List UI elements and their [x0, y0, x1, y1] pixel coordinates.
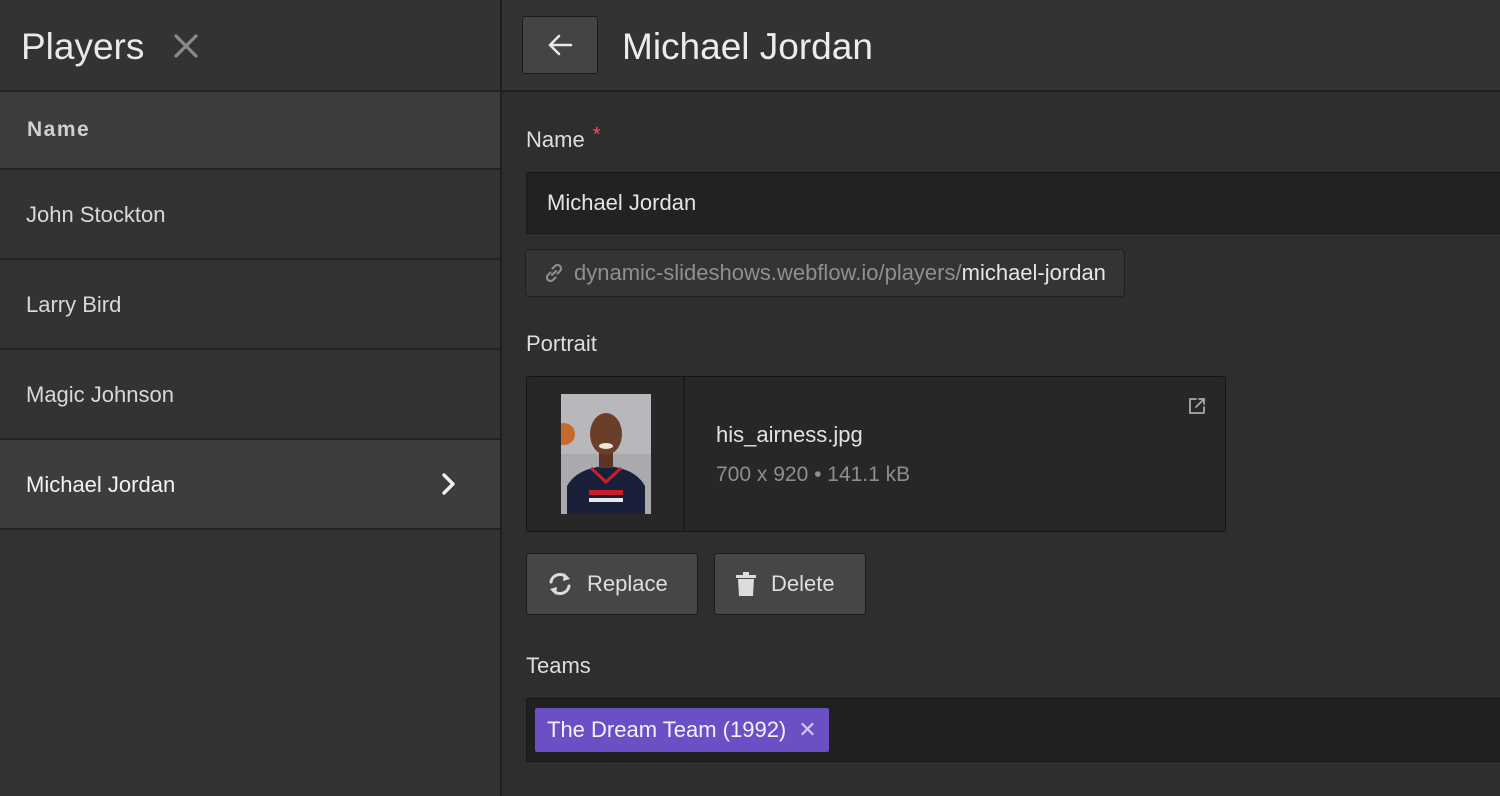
list-item-label: Magic Johnson — [26, 382, 174, 407]
list-item[interactable]: Larry Bird — [0, 260, 500, 350]
thumbnail-cell — [527, 377, 685, 531]
name-field-label: Name * — [526, 124, 601, 153]
list-item-label: Michael Jordan — [26, 472, 176, 497]
panel-title: Players — [21, 26, 145, 67]
column-header-name[interactable]: Name — [0, 92, 500, 170]
team-tag-label: The Dream Team (1992) — [547, 717, 787, 742]
list-item-label: Larry Bird — [26, 292, 122, 317]
chevron-right-icon — [442, 473, 455, 495]
player-detail-panel: Michael Jordan Name * dynamic-slideshows.… — [502, 0, 1500, 796]
refresh-icon — [547, 571, 573, 597]
column-header-label: Name — [27, 118, 91, 141]
portrait-label: Portrait — [526, 331, 597, 356]
replace-button[interactable]: Replace — [526, 553, 698, 615]
external-link-icon[interactable] — [1187, 396, 1207, 416]
file-name: his_airness.jpg — [716, 422, 863, 447]
team-tag: The Dream Team (1992) ✕ — [535, 708, 829, 752]
list-item[interactable]: Magic Johnson — [0, 350, 500, 440]
trash-icon — [735, 571, 757, 597]
delete-label: Delete — [771, 571, 835, 596]
teams-label: Teams — [526, 653, 591, 678]
arrow-left-icon — [548, 34, 573, 56]
replace-label: Replace — [587, 571, 668, 596]
url-base: dynamic-slideshows.webflow.io/players/ — [574, 260, 962, 285]
url-slug: michael-jordan — [961, 260, 1106, 285]
detail-header: Michael Jordan — [502, 0, 1500, 92]
close-icon[interactable] — [172, 27, 200, 63]
name-input[interactable] — [526, 172, 1500, 234]
required-marker: * — [592, 124, 601, 146]
delete-button[interactable]: Delete — [714, 553, 866, 615]
file-meta: 700 x 920 • 141.1 kB — [716, 463, 911, 486]
players-panel: Players Name John Stockton Larry Bird Ma… — [0, 0, 502, 796]
teams-multiselect[interactable]: The Dream Team (1992) ✕ — [526, 698, 1500, 762]
remove-tag-icon[interactable]: ✕ — [798, 717, 816, 743]
list-item-label: John Stockton — [26, 202, 166, 227]
link-icon — [542, 261, 566, 285]
portrait-thumbnail[interactable] — [561, 394, 651, 514]
page-title: Michael Jordan — [622, 26, 873, 67]
slug-link[interactable]: dynamic-slideshows.webflow.io/players/mi… — [525, 249, 1125, 297]
list-item-selected[interactable]: Michael Jordan — [0, 440, 500, 530]
list-item[interactable]: John Stockton — [0, 170, 500, 260]
players-header: Players — [0, 0, 500, 92]
back-button[interactable] — [522, 16, 598, 74]
name-label-text: Name — [526, 127, 585, 152]
portrait-file-card: his_airness.jpg 700 x 920 • 141.1 kB — [526, 376, 1226, 532]
